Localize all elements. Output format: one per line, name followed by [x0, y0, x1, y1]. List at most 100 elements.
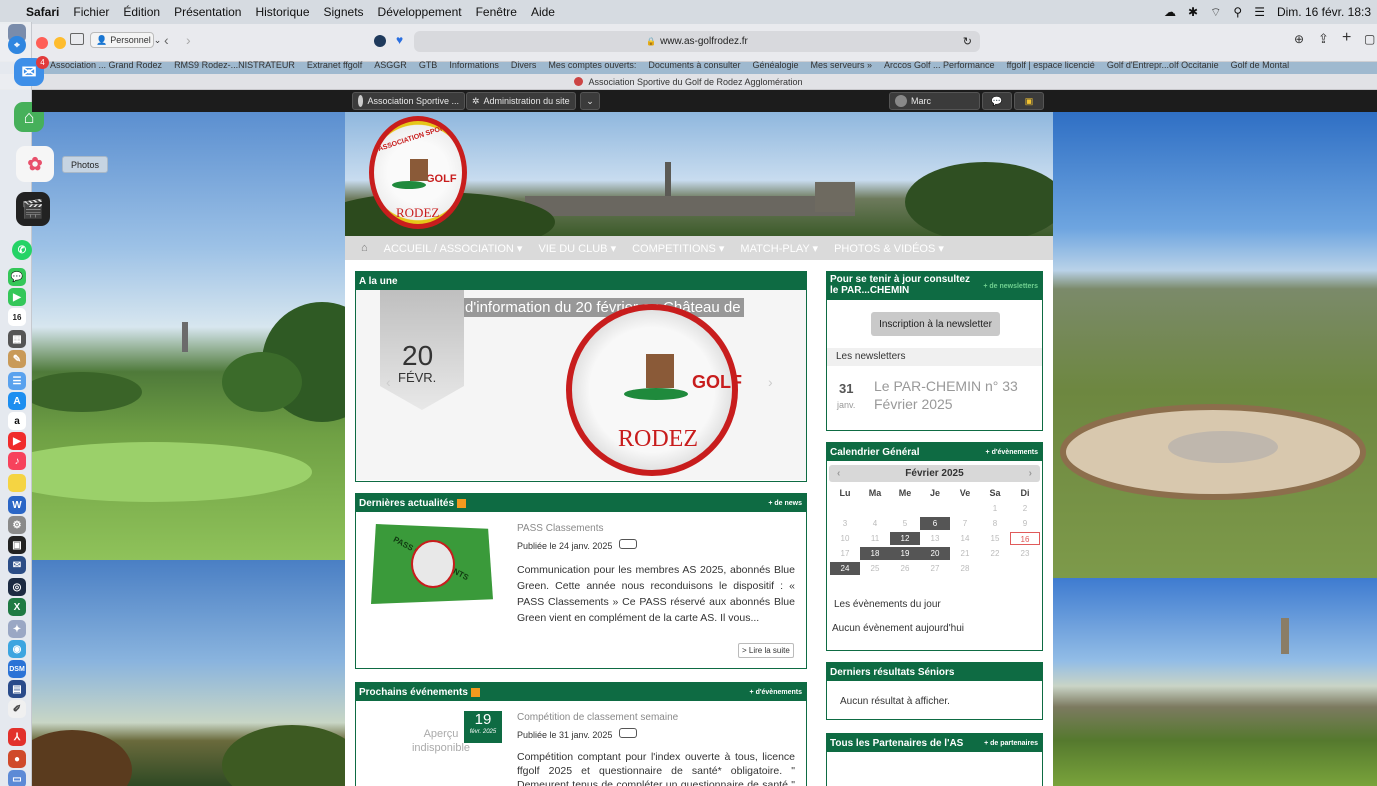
bookmark-item[interactable]: Golf d'Entrepr...olf Occitanie: [1107, 60, 1219, 70]
calculator-icon[interactable]: ▦: [8, 330, 26, 348]
nav-item-vie-du-club[interactable]: VIE DU CLUB ▾: [538, 242, 616, 255]
amazon-icon[interactable]: a: [8, 412, 26, 430]
acrobat-icon[interactable]: ⅄: [8, 728, 26, 746]
nav-item-competitions[interactable]: COMPETITIONS ▾: [632, 242, 724, 255]
app-icon[interactable]: ▤: [8, 680, 26, 698]
rss-icon[interactable]: [457, 498, 467, 508]
app-store-icon[interactable]: A: [8, 392, 26, 410]
admin-panel-button[interactable]: ✲ Administration du site: [466, 92, 576, 110]
app-icon[interactable]: ✦: [8, 620, 26, 638]
bookmark-item[interactable]: Association ... Grand Rodez: [50, 60, 162, 70]
messages-button[interactable]: 💬: [982, 92, 1012, 110]
reminders-icon[interactable]: ☰: [8, 372, 26, 390]
calendar-day[interactable]: 19: [890, 547, 920, 560]
heart-shield-icon[interactable]: ♥: [396, 33, 403, 47]
calendar-more-link[interactable]: + d'évènements: [986, 449, 1038, 456]
slider-prev-icon[interactable]: ‹: [386, 374, 391, 390]
newsletter-subscribe-button[interactable]: Inscription à la newsletter: [871, 312, 1000, 336]
news-item-title[interactable]: PASS Classements: [517, 523, 604, 534]
calendar-day[interactable]: 24: [830, 562, 860, 575]
menu-clock[interactable]: Dim. 16 févr. 18:3: [1277, 5, 1371, 19]
calendar-day[interactable]: 28: [950, 562, 980, 575]
safari-icon[interactable]: ⌖: [8, 36, 26, 54]
word-icon[interactable]: W: [8, 496, 26, 514]
close-window-button[interactable]: [36, 37, 48, 49]
calendar-day[interactable]: 22: [980, 547, 1010, 560]
events-more-link[interactable]: + d'évènements: [750, 689, 802, 696]
bookmark-folder[interactable]: Divers: [511, 60, 537, 70]
address-bar[interactable]: 🔒 www.as-golfrodez.fr ↻: [414, 31, 980, 52]
youtube-icon[interactable]: ▶: [8, 432, 26, 450]
calendar-day[interactable]: 13: [920, 532, 950, 545]
calendar-day[interactable]: 3: [830, 517, 860, 530]
comment-icon[interactable]: [619, 728, 637, 738]
tab-title[interactable]: Association Sportive du Golf de Rodez Ag…: [588, 77, 802, 87]
event-title[interactable]: Compétition de classement semaine: [517, 712, 678, 723]
photos-icon[interactable]: ✿: [16, 146, 54, 182]
calendar-prev-icon[interactable]: ‹: [837, 468, 840, 479]
menu-item-presentation[interactable]: Présentation: [174, 5, 241, 19]
facetime-icon[interactable]: ▶: [8, 288, 26, 306]
bookmark-folder[interactable]: Mes serveurs »: [811, 60, 873, 70]
admin-site-button[interactable]: Association Sportive ...: [352, 92, 465, 110]
minimize-window-button[interactable]: [54, 37, 66, 49]
calendar-day[interactable]: 26: [890, 562, 920, 575]
bookmark-folder[interactable]: Mes comptes ouverts:: [548, 60, 636, 70]
calendar-day[interactable]: 23: [1010, 547, 1040, 560]
control-center-icon[interactable]: ☰: [1254, 5, 1265, 19]
home-icon[interactable]: ⌂: [361, 242, 368, 254]
nav-item-photos-videos[interactable]: PHOTOS & VIDÉOS ▾: [834, 242, 944, 255]
calendar-day[interactable]: 7: [950, 517, 980, 530]
download-icon[interactable]: ⊕: [1294, 32, 1304, 46]
messages-icon[interactable]: 💬: [8, 268, 26, 286]
rss-icon[interactable]: [470, 687, 480, 697]
share-icon[interactable]: ⇪: [1318, 31, 1329, 47]
bookmark-item[interactable]: Arccos Golf ... Performance: [884, 60, 995, 70]
calendar-day[interactable]: 18: [860, 547, 890, 560]
bookmark-item[interactable]: ffgolf | espace licencié: [1007, 60, 1095, 70]
app-icon[interactable]: ▭: [8, 770, 26, 786]
bookmark-folder[interactable]: GTB: [419, 60, 438, 70]
calendar-icon[interactable]: 16: [8, 308, 26, 326]
new-tab-button[interactable]: +: [1342, 29, 1351, 47]
dsm-icon[interactable]: DSM: [8, 660, 26, 678]
calendar-day[interactable]: 4: [860, 517, 890, 530]
calendar-day[interactable]: 5: [890, 517, 920, 530]
app-icon[interactable]: ◉: [8, 640, 26, 658]
calendar-next-icon[interactable]: ›: [1029, 468, 1032, 479]
app-icon[interactable]: ✉: [8, 556, 26, 574]
settings-icon[interactable]: ⚙: [8, 516, 26, 534]
cloud-icon[interactable]: ☁: [1164, 5, 1176, 19]
calendar-day[interactable]: 17: [830, 547, 860, 560]
calendar-day[interactable]: 11: [860, 532, 890, 545]
whatsapp-icon[interactable]: ✆: [12, 240, 32, 260]
reload-icon[interactable]: ↻: [963, 35, 972, 48]
menu-item-fichier[interactable]: Fichier: [73, 5, 109, 19]
menu-item-historique[interactable]: Historique: [255, 5, 309, 19]
admin-dropdown-button[interactable]: ⌄: [580, 92, 600, 110]
bookmark-folder[interactable]: Informations: [449, 60, 499, 70]
menu-app-name[interactable]: Safari: [26, 5, 59, 19]
calendar-day[interactable]: 21: [950, 547, 980, 560]
bookmark-item[interactable]: RMS9 Rodez-...NISTRATEUR: [174, 60, 295, 70]
app-icon[interactable]: ●: [8, 750, 26, 768]
news-thumbnail[interactable]: PASS CLASSEMENTS: [371, 524, 493, 604]
bookmark-item[interactable]: Extranet ffgolf: [307, 60, 362, 70]
menu-item-fenetre[interactable]: Fenêtre: [476, 5, 517, 19]
news-more-link[interactable]: + de news: [768, 500, 802, 507]
bluetooth-icon[interactable]: ✱: [1188, 5, 1198, 19]
forward-button[interactable]: ›: [186, 32, 191, 48]
comment-icon[interactable]: [619, 539, 637, 549]
newsletter-item-link[interactable]: Le PAR-CHEMIN n° 33 Février 2025: [874, 377, 1034, 413]
menu-item-signets[interactable]: Signets: [324, 5, 364, 19]
menu-item-edition[interactable]: Édition: [123, 5, 160, 19]
menu-item-aide[interactable]: Aide: [531, 5, 555, 19]
sticky-icon[interactable]: [8, 474, 26, 492]
bookmark-item[interactable]: Golf de Montal: [1231, 60, 1290, 70]
app-icon[interactable]: ◎: [8, 578, 26, 596]
music-icon[interactable]: ♪: [8, 452, 26, 470]
nav-item-accueil[interactable]: ACCUEIL / ASSOCIATION ▾: [384, 242, 523, 255]
menu-item-developpement[interactable]: Développement: [378, 5, 462, 19]
read-more-button[interactable]: > Lire la suite: [738, 643, 794, 658]
user-menu-button[interactable]: Marc: [889, 92, 980, 110]
